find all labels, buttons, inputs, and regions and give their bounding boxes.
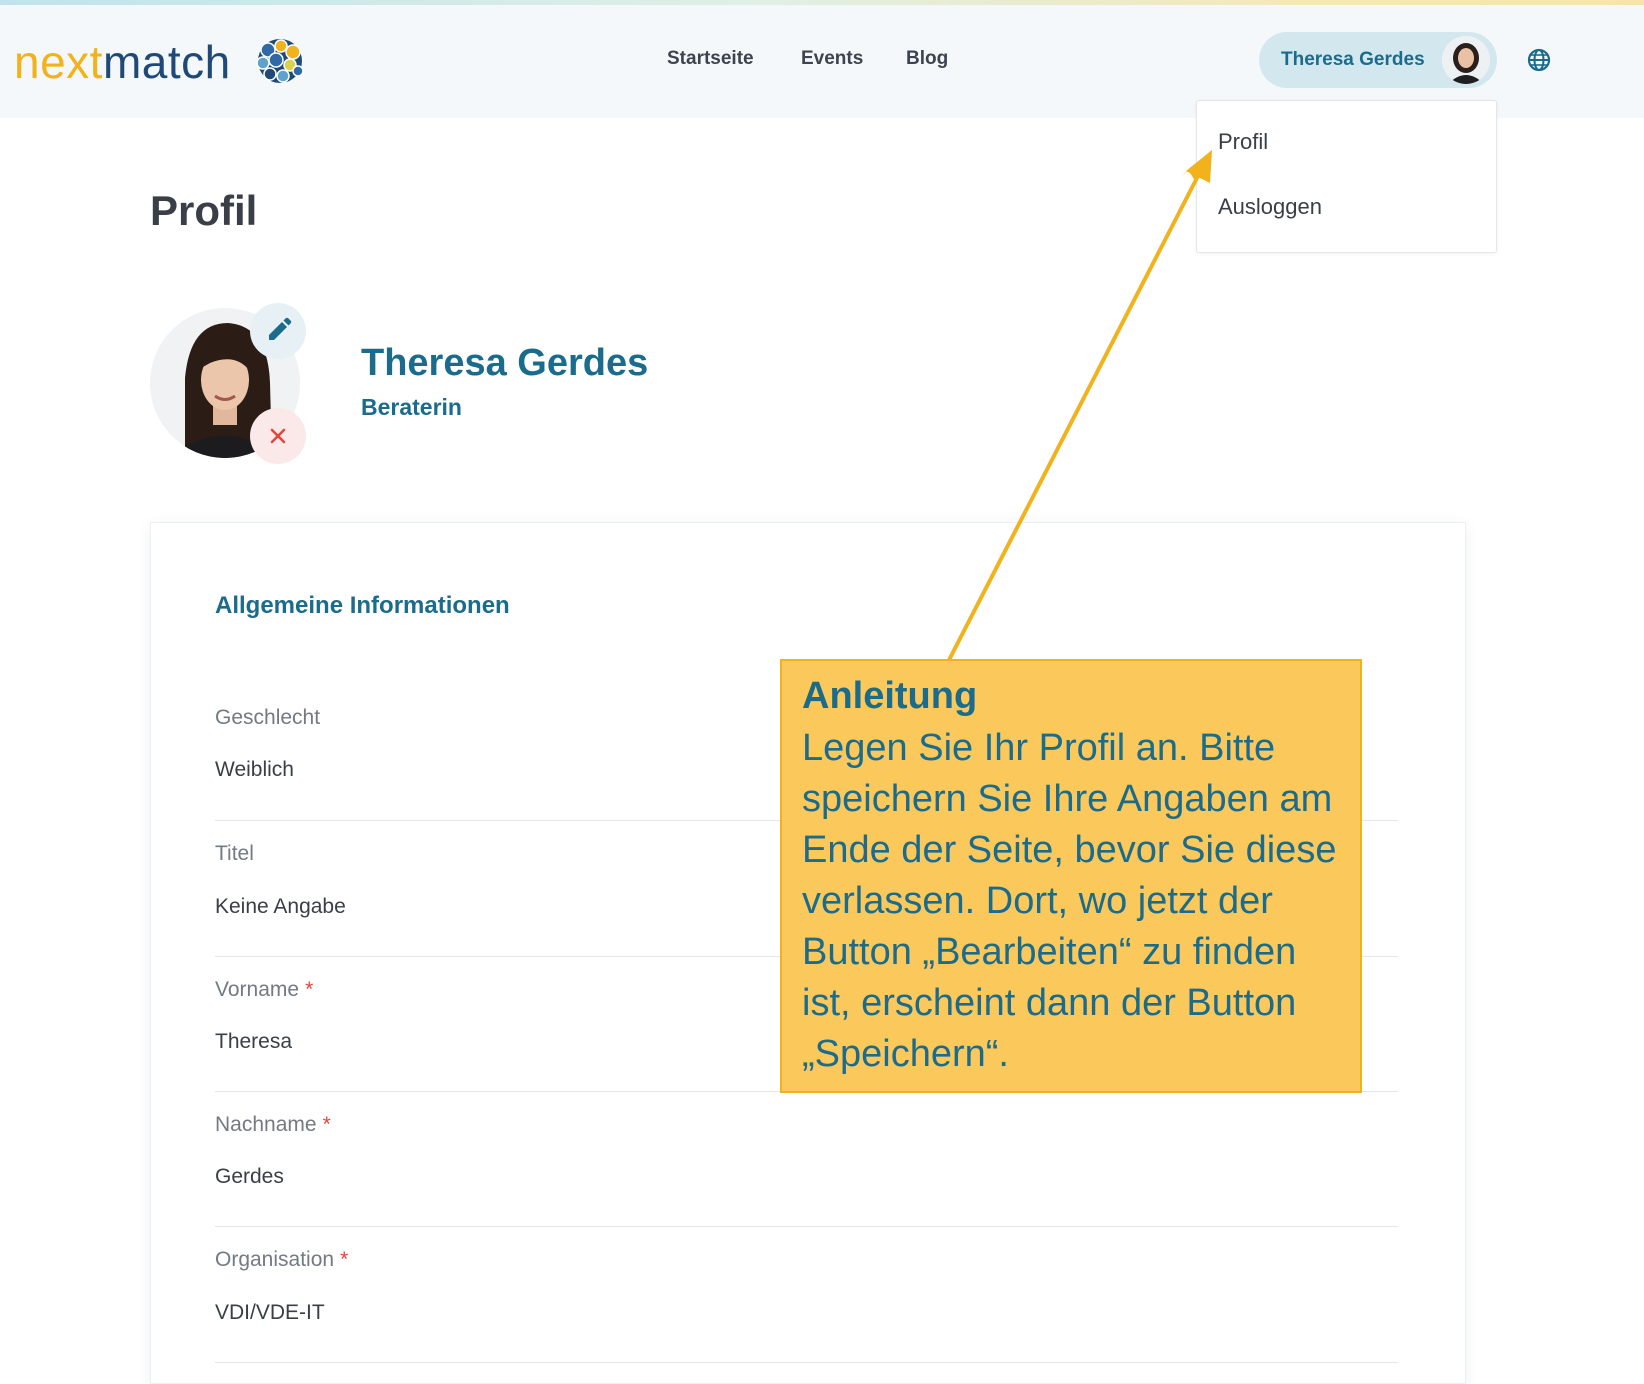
field-label-text: Organisation [215, 1248, 335, 1271]
menu-item-ausloggen[interactable]: Ausloggen [1218, 194, 1322, 220]
field-label-vorname: Vorname * [215, 978, 313, 1002]
user-menu-name: Theresa Gerdes [1281, 49, 1425, 70]
field-divider [215, 1226, 1398, 1227]
section-title: Allgemeine Informationen [215, 592, 510, 619]
user-dropdown-menu: Profil Ausloggen [1196, 100, 1497, 253]
user-avatar [1442, 36, 1490, 84]
field-value-vorname[interactable]: Theresa [215, 1030, 292, 1054]
field-label-text: Nachname [215, 1113, 317, 1136]
nav-events[interactable]: Events [801, 48, 863, 70]
field-value-geschlecht[interactable]: Weiblich [215, 758, 294, 782]
nav-startseite[interactable]: Startseite [667, 48, 754, 70]
remove-avatar-button[interactable] [250, 408, 306, 464]
field-label-geschlecht: Geschlecht [215, 706, 321, 729]
user-menu-button[interactable]: Theresa Gerdes [1259, 32, 1497, 88]
field-divider [215, 1362, 1398, 1363]
field-value-nachname[interactable]: Gerdes [215, 1165, 284, 1189]
profile-role: Beraterin [361, 394, 462, 420]
field-label-titel: Titel [215, 842, 254, 865]
profile-name: Theresa Gerdes [361, 342, 649, 384]
globe-icon[interactable] [1526, 47, 1552, 73]
field-label-text: Vorname [215, 978, 300, 1001]
close-icon [270, 428, 286, 444]
logo-mark-icon [256, 39, 304, 83]
page-title: Profil [150, 187, 258, 234]
callout-text: Legen Sie Ihr Profil an. Bitte speichern… [802, 727, 1337, 1075]
required-marker: * [305, 978, 314, 1001]
logo-text-match: match [102, 36, 231, 88]
required-marker: * [322, 1113, 331, 1136]
pencil-icon [269, 317, 292, 340]
logo[interactable]: nextmatch [14, 36, 231, 88]
edit-avatar-button[interactable] [250, 303, 306, 359]
nav-blog[interactable]: Blog [906, 48, 948, 70]
field-value-titel[interactable]: Keine Angabe [215, 895, 346, 919]
required-marker: * [340, 1248, 349, 1271]
instruction-callout: Anleitung Legen Sie Ihr Profil an. Bitte… [780, 659, 1362, 1093]
logo-text-next: next [14, 36, 103, 88]
field-value-organisation[interactable]: VDI/VDE-IT [215, 1301, 325, 1325]
menu-item-profil[interactable]: Profil [1218, 129, 1268, 155]
callout-title: Anleitung [802, 675, 978, 717]
field-label-organisation: Organisation * [215, 1248, 348, 1272]
field-label-nachname: Nachname * [215, 1113, 331, 1137]
